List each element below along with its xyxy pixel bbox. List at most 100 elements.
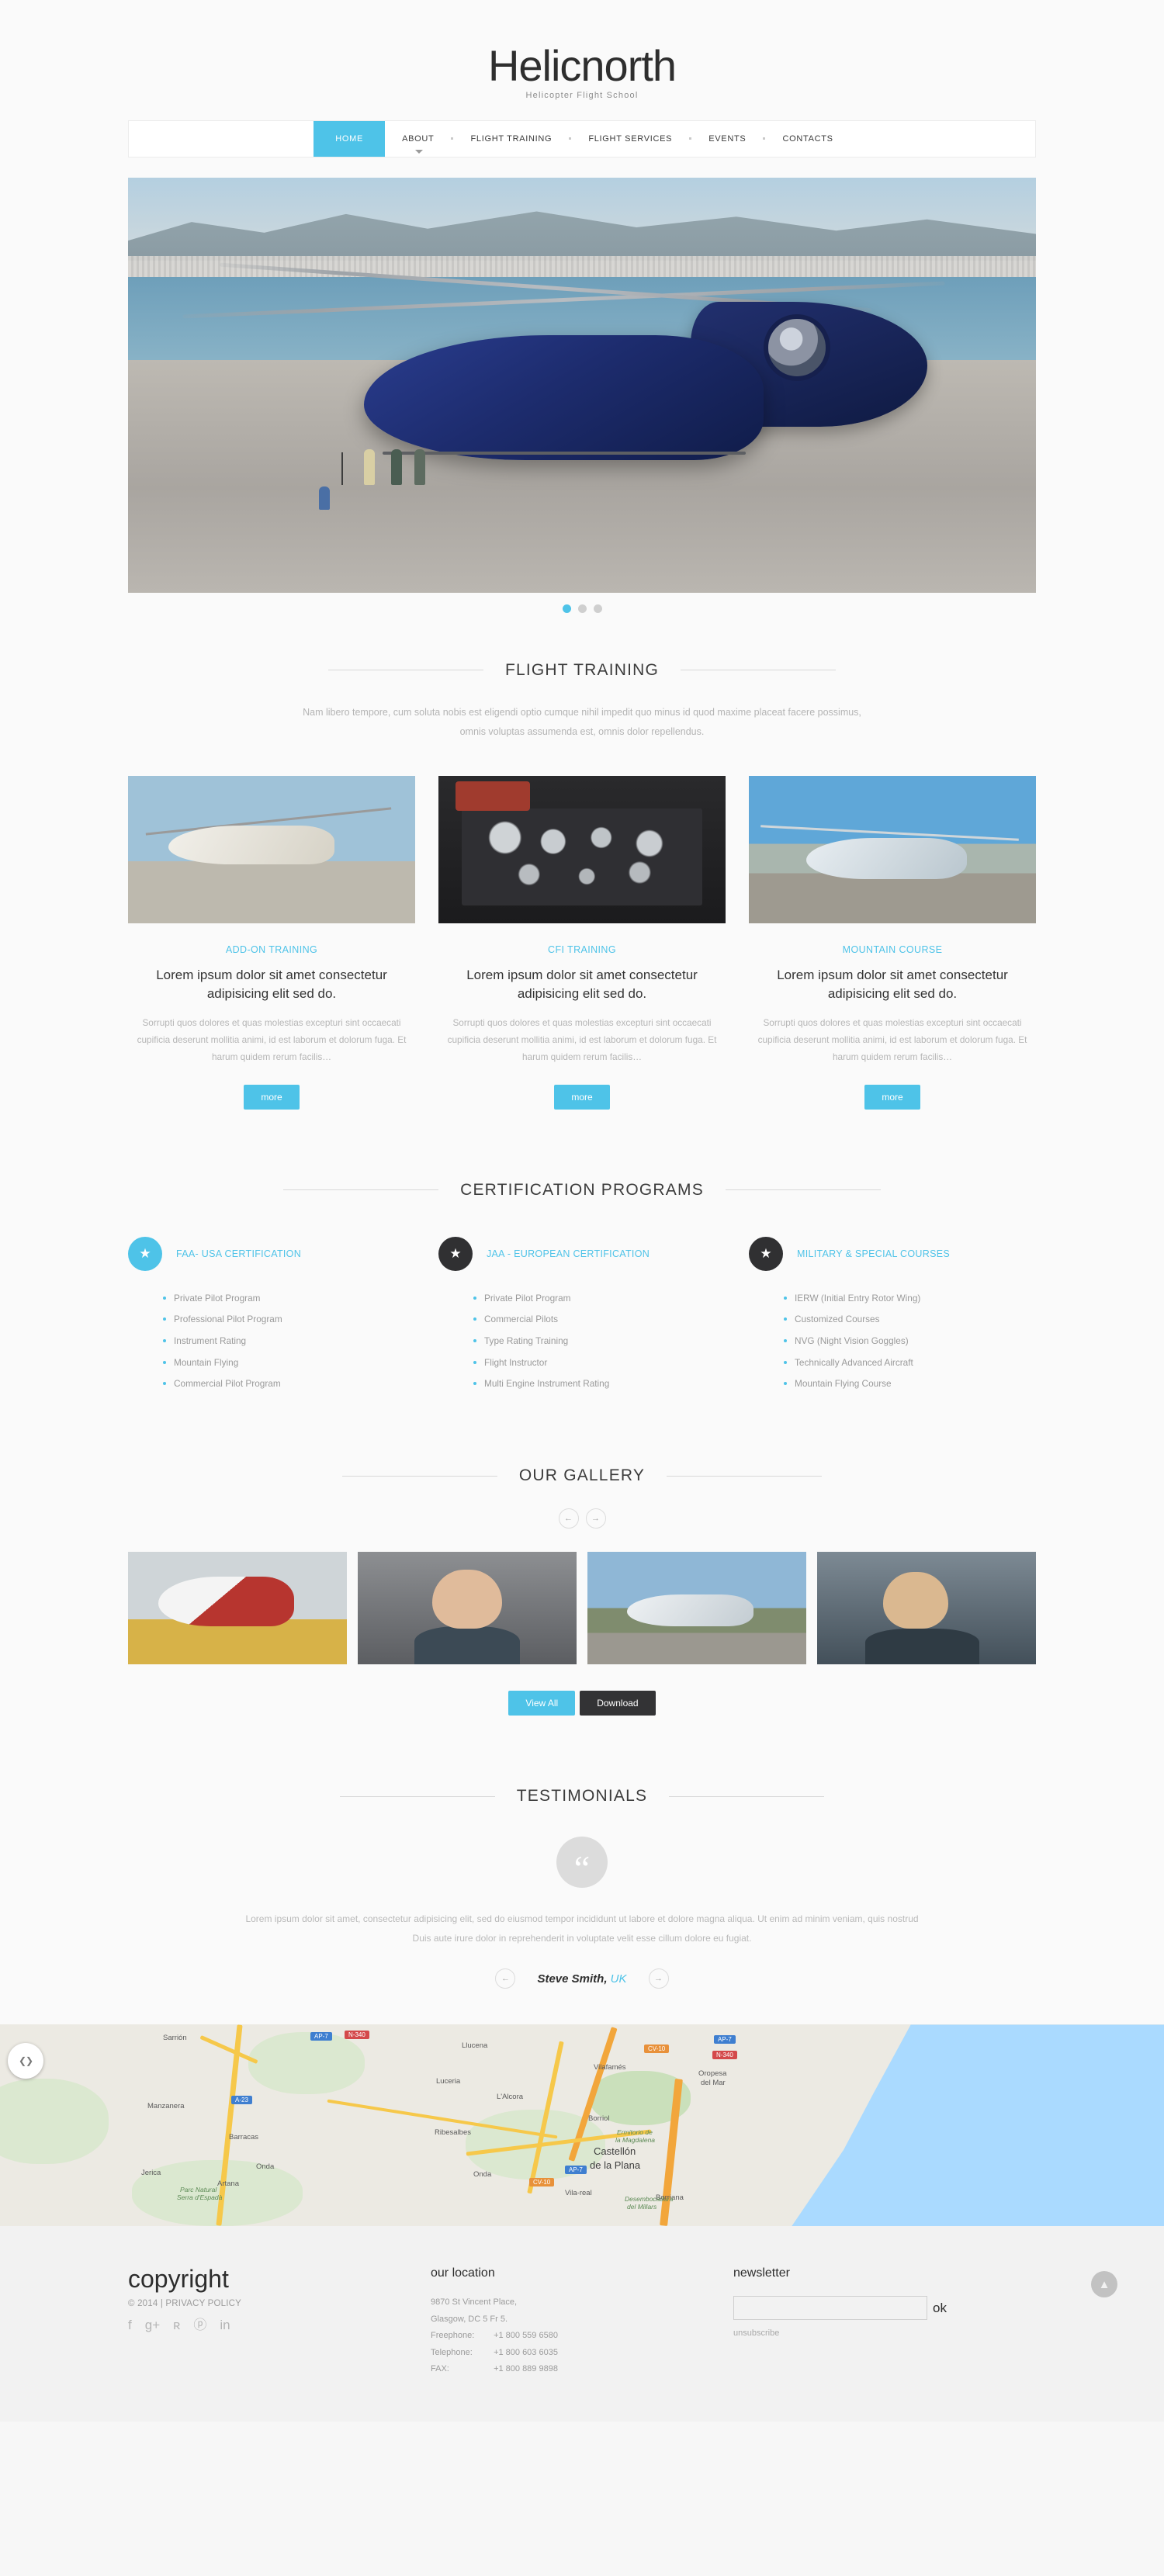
heading-rule-left [339, 1795, 495, 1797]
nav-item-about[interactable]: ABOUT [385, 121, 451, 157]
privacy-policy-link[interactable]: © 2014 | PRIVACY POLICY [128, 2299, 431, 2308]
road-shield: AP-7 [714, 2035, 736, 2045]
logo-tagline: Helicopter Flight School [525, 90, 639, 100]
certification-title[interactable]: MILITARY & SPECIAL COURSES [797, 1248, 950, 1259]
location-map[interactable]: ❮❯ Sarrión Manzanera Barracas Jerica Art… [0, 2024, 1164, 2227]
logo-name: Helicnorth [487, 41, 677, 90]
card-category[interactable]: MOUNTAIN COURSE [749, 944, 1036, 955]
more-button[interactable]: more [244, 1084, 300, 1110]
hero-slider[interactable] [128, 177, 1036, 613]
testimonials-heading-row: TESTIMONIALS [128, 1787, 1036, 1806]
card-image-cfi-training[interactable] [438, 775, 726, 923]
address-line-1: 9870 St Vincent Place, [431, 2297, 518, 2308]
card-text: Sorrupti quos dolores et quas molestias … [757, 1017, 1027, 1062]
heading-rule-right [669, 1795, 825, 1797]
slider-dot-2[interactable] [577, 604, 587, 613]
map-label: Oropesa [698, 2069, 727, 2079]
unsubscribe-link[interactable]: unsubscribe [733, 2328, 1036, 2338]
heading-rule-left [283, 1189, 439, 1191]
list-item[interactable]: Mountain Flying Course [784, 1373, 1036, 1395]
list-item[interactable]: Type Rating Training [473, 1331, 726, 1352]
list-item[interactable]: Private Pilot Program [163, 1288, 415, 1310]
facebook-icon[interactable]: f [128, 2318, 132, 2332]
google-plus-icon[interactable]: g+ [145, 2318, 160, 2332]
slider-dots[interactable] [128, 604, 1036, 613]
list-item[interactable]: Professional Pilot Program [163, 1309, 415, 1331]
telephone-row: Telephone: +1 800 603 6035 [431, 2345, 733, 2361]
list-item[interactable]: Commercial Pilot Program [163, 1373, 415, 1395]
training-card: MOUNTAIN COURSE Lorem ipsum dolor sit am… [749, 775, 1036, 1110]
telephone-value: +1 800 603 6035 [494, 2347, 558, 2357]
certification-columns: ★ FAA- USA CERTIFICATION Private Pilot P… [128, 1236, 1036, 1396]
linkedin-icon[interactable]: in [220, 2318, 230, 2332]
card-image-mountain-course[interactable] [749, 775, 1036, 923]
fax-label: FAX: [431, 2364, 449, 2374]
view-all-button[interactable]: View All [508, 1691, 576, 1716]
rss-icon[interactable]: ʀ [173, 2318, 180, 2332]
map-label: Onda [473, 2170, 492, 2180]
testimonial-next-button[interactable]: → [648, 1968, 669, 1989]
certification-header: ★ MILITARY & SPECIAL COURSES [749, 1236, 1036, 1271]
card-title: Lorem ipsum dolor sit amet consectetur a… [156, 967, 387, 1002]
freephone-row: Freephone: +1 800 559 6580 [431, 2328, 733, 2344]
list-item[interactable]: Commercial Pilots [473, 1309, 726, 1331]
list-item[interactable]: Instrument Rating [163, 1331, 415, 1352]
list-item[interactable]: Customized Courses [784, 1309, 1036, 1331]
list-item[interactable]: Flight Instructor [473, 1352, 726, 1374]
nav-item-events[interactable]: EVENTS [691, 121, 763, 157]
list-item[interactable]: Mountain Flying [163, 1352, 415, 1374]
download-button[interactable]: Download [580, 1691, 656, 1716]
gallery-next-button[interactable]: → [585, 1508, 606, 1529]
gallery-prev-button[interactable]: ← [558, 1508, 579, 1529]
nav-item-flight-services[interactable]: FLIGHT SERVICES [571, 121, 689, 157]
card-more-wrap: more [438, 1084, 726, 1110]
chevron-up-icon[interactable]: ▲ [1091, 2271, 1117, 2298]
flight-training-section: FLIGHT TRAINING Nam libero tempore, cum … [128, 661, 1036, 1110]
list-item[interactable]: IERW (Initial Entry Rotor Wing) [784, 1288, 1036, 1310]
certification-title[interactable]: FAA- USA CERTIFICATION [176, 1248, 301, 1259]
map-label: Manzanera [147, 2102, 185, 2111]
map-label: Sarrión [163, 2034, 187, 2043]
author-country-text: UK [610, 1972, 627, 1986]
card-image-add-on-training[interactable] [128, 775, 415, 923]
testimonial-prev-button[interactable]: ← [495, 1968, 516, 1989]
gallery-item-1[interactable] [128, 1552, 347, 1665]
nav-item-about-label: ABOUT [402, 133, 435, 144]
logo[interactable]: Helicnorth Helicopter Flight School [128, 43, 1036, 100]
map-label: Castellón [594, 2145, 636, 2158]
gallery-item-2[interactable] [358, 1552, 577, 1665]
card-category[interactable]: ADD-ON TRAINING [128, 944, 415, 955]
pinterest-icon[interactable]: ⓟ [193, 2318, 206, 2332]
nav-item-contacts[interactable]: CONTACTS [765, 121, 850, 157]
gallery-item-4[interactable] [817, 1552, 1036, 1665]
map-label: Vila-real [565, 2189, 592, 2198]
freephone-value: +1 800 559 6580 [494, 2331, 558, 2341]
map-pan-control[interactable]: ❮❯ [8, 2043, 43, 2079]
certification-list: Private Pilot Program Professional Pilot… [128, 1288, 415, 1396]
list-item[interactable]: NVG (Night Vision Goggles) [784, 1331, 1036, 1352]
list-item[interactable]: Multi Engine Instrument Rating [473, 1373, 726, 1395]
newsletter-ok-button[interactable]: ok [933, 2301, 947, 2316]
gallery-grid [128, 1552, 1036, 1665]
footer-copyright-column: copyright © 2014 | PRIVACY POLICY f g+ ʀ… [128, 2266, 431, 2377]
card-category[interactable]: CFI TRAINING [438, 944, 726, 955]
gallery-item-3[interactable] [587, 1552, 806, 1665]
certification-title[interactable]: JAA - EUROPEAN CERTIFICATION [487, 1248, 650, 1259]
map-sea [792, 2024, 1164, 2227]
nav-item-home[interactable]: HOME [314, 120, 386, 157]
training-card: ADD-ON TRAINING Lorem ipsum dolor sit am… [128, 775, 415, 1110]
slider-dot-1[interactable] [562, 604, 571, 613]
slider-dot-3[interactable] [593, 604, 602, 613]
list-item[interactable]: Technically Advanced Aircraft [784, 1352, 1036, 1374]
list-item[interactable]: Private Pilot Program [473, 1288, 726, 1310]
map-label: L'Alcora [497, 2093, 524, 2102]
gallery-navigation: ← → [128, 1508, 1036, 1529]
nav-list: HOME ABOUT FLIGHT TRAINING FLIGHT SERVIC… [314, 120, 850, 157]
main-navigation[interactable]: HOME ABOUT FLIGHT TRAINING FLIGHT SERVIC… [128, 119, 1036, 158]
certification-column-military: ★ MILITARY & SPECIAL COURSES IERW (Initi… [749, 1236, 1036, 1396]
nav-item-flight-training[interactable]: FLIGHT TRAINING [453, 121, 569, 157]
certification-header: ★ FAA- USA CERTIFICATION [128, 1236, 415, 1271]
more-button[interactable]: more [864, 1084, 920, 1110]
newsletter-email-input[interactable] [733, 2296, 927, 2321]
more-button[interactable]: more [554, 1084, 610, 1110]
